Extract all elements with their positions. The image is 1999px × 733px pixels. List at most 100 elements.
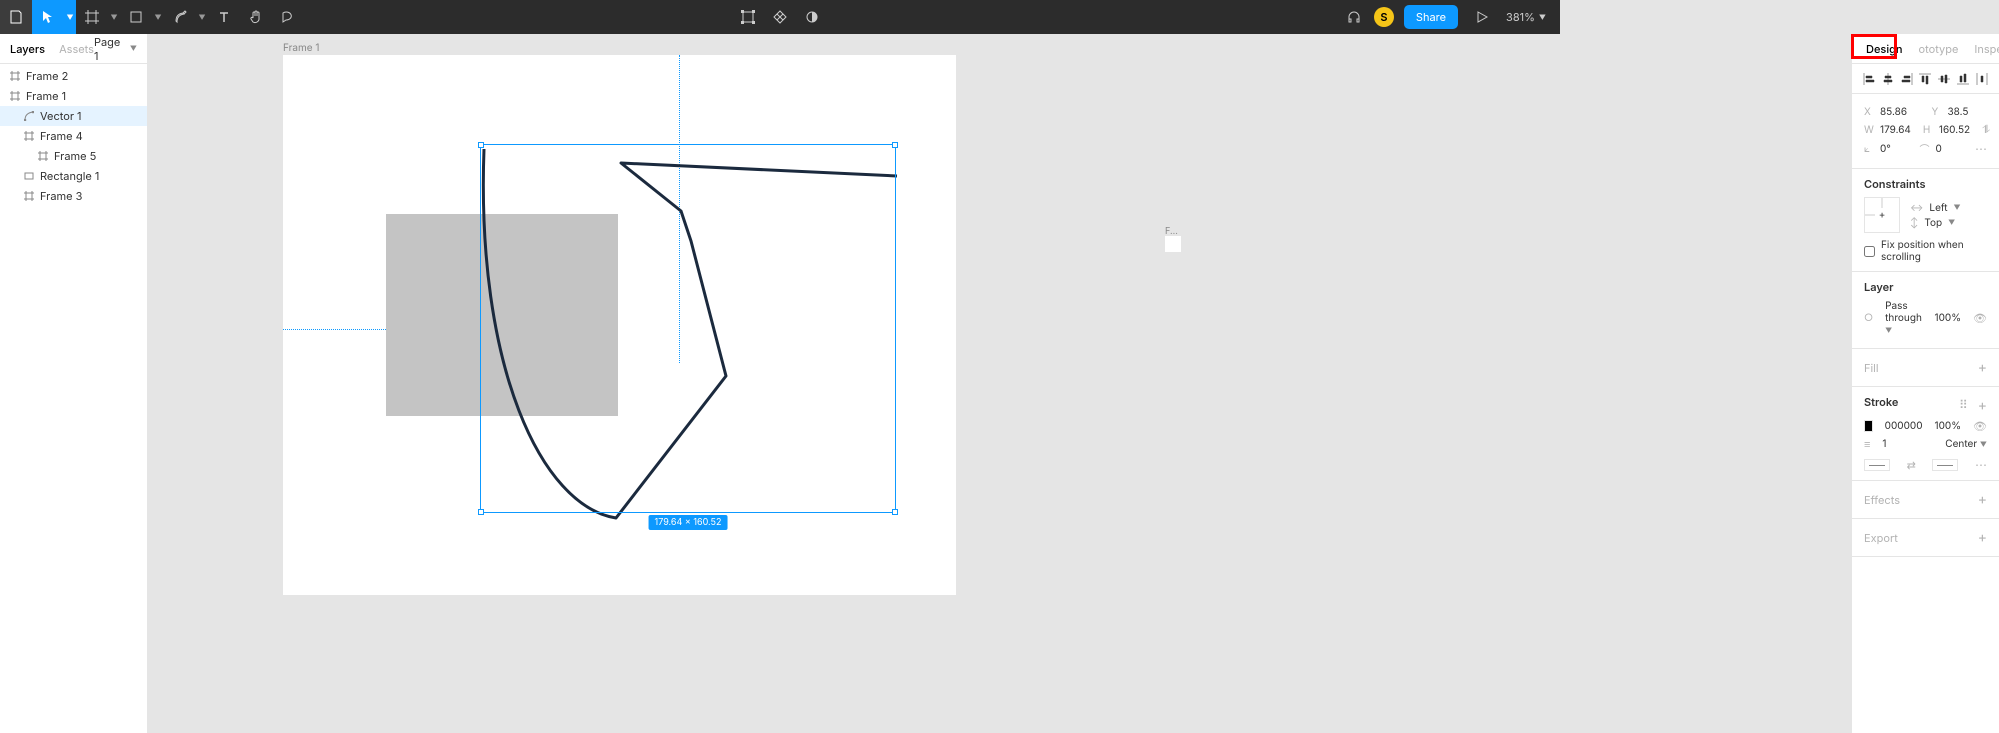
constraint-h-dropdown[interactable]: ↔Left▼ <box>1910 202 1987 214</box>
layer-row[interactable]: Frame 3 <box>0 186 147 206</box>
more-options-button[interactable]: ⋯ <box>1975 141 1987 156</box>
tab-design[interactable]: Design <box>1866 42 1903 56</box>
w-label: W <box>1864 124 1874 136</box>
right-panel-tabs: Design ototype Inspect <box>1852 34 1999 64</box>
share-button[interactable]: Share <box>1404 5 1458 29</box>
selection-box: 179.64 × 160.52 <box>480 144 896 513</box>
pen-tool-group[interactable]: ▼ <box>164 0 208 34</box>
move-tool-caret[interactable]: ▼ <box>64 0 76 34</box>
fix-position-checkbox[interactable] <box>1864 246 1875 257</box>
zoom-level[interactable]: 381%▼ <box>1500 10 1552 24</box>
stroke-opacity-input[interactable]: 100% <box>1935 420 1962 432</box>
link-wh-button[interactable]: ⥮ <box>1982 122 1990 137</box>
layer-row[interactable]: Frame 5 <box>0 146 147 166</box>
add-export-button[interactable]: + <box>1978 529 1987 546</box>
canvas[interactable]: Frame 1 179.64 × 160.52 F... <box>148 34 1851 733</box>
align-left-button[interactable] <box>1862 71 1876 87</box>
align-vcenter-button[interactable] <box>1937 71 1951 87</box>
constraint-v-dropdown[interactable]: ↕Top▼ <box>1910 217 1987 229</box>
layer-row[interactable]: Rectangle 1 <box>0 166 147 186</box>
layer-row[interactable]: Frame 1 <box>0 86 147 106</box>
stroke-color-swatch[interactable] <box>1864 420 1873 432</box>
shape-tool-caret[interactable]: ▼ <box>152 0 164 34</box>
add-stroke-button[interactable]: + <box>1978 397 1987 414</box>
w-input[interactable]: 179.64 <box>1880 124 1911 136</box>
export-title: Export <box>1864 531 1898 545</box>
pen-tool[interactable] <box>164 0 196 34</box>
tab-prototype[interactable]: ototype <box>1919 42 1959 56</box>
stroke-section: Stroke ⠿+ 000000 100% 👁 ≡ 1 Center ▼ ⇄ ⋯ <box>1852 387 1999 481</box>
page-selector[interactable]: Page 1▼ <box>94 35 137 63</box>
tab-inspect[interactable]: Inspect <box>1974 42 1999 56</box>
h-input[interactable]: 160.52 <box>1939 124 1970 136</box>
stroke-weight-input[interactable]: 1 <box>1882 438 1933 450</box>
shape-tool-group[interactable]: ▼ <box>120 0 164 34</box>
selection-handle-bl[interactable] <box>478 509 484 515</box>
layer-row[interactable]: Frame 2 <box>0 66 147 86</box>
mask-button[interactable] <box>796 0 828 34</box>
avatar[interactable]: S <box>1374 7 1394 27</box>
frame-label[interactable]: Frame 1 <box>283 42 319 54</box>
stroke-visibility-toggle[interactable]: 👁 <box>1973 419 1987 433</box>
right-panel: Design ototype Inspect X85.86 Y38.5 W179… <box>1851 34 1999 733</box>
toolbar: ▼ ▼ ▼ ▼ <box>0 0 1560 34</box>
move-tool-group[interactable]: ▼ <box>32 0 76 34</box>
distribute-button[interactable] <box>1975 71 1989 87</box>
frame-icon <box>8 91 22 101</box>
align-right-button[interactable] <box>1900 71 1914 87</box>
constraints-widget[interactable]: + <box>1864 197 1900 233</box>
tab-layers[interactable]: Layers <box>10 42 45 56</box>
layer-name: Rectangle 1 <box>40 169 99 183</box>
frame-tool-caret[interactable]: ▼ <box>108 0 120 34</box>
headphones-icon[interactable] <box>1338 0 1370 34</box>
y-input[interactable]: 38.5 <box>1948 106 1969 118</box>
align-bottom-button[interactable] <box>1956 71 1970 87</box>
add-effect-button[interactable]: + <box>1978 491 1987 508</box>
frame-icon <box>36 151 50 161</box>
stroke-advanced-button[interactable]: ⋯ <box>1975 457 1987 472</box>
stroke-title: Stroke <box>1864 395 1898 409</box>
move-tool[interactable] <box>32 0 64 34</box>
constraints-section: Constraints + ↔Left▼ ↕Top▼ Fix position … <box>1852 169 1999 272</box>
comment-tool[interactable] <box>272 0 304 34</box>
stroke-color-input[interactable]: 000000 <box>1885 420 1923 432</box>
corner-input[interactable]: 0 <box>1936 143 1942 155</box>
blend-mode-dropdown[interactable]: Pass through ▼ <box>1885 300 1922 336</box>
add-fill-button[interactable]: + <box>1978 359 1987 376</box>
stroke-style-button[interactable]: ⠿ <box>1959 397 1968 414</box>
hand-tool[interactable] <box>240 0 272 34</box>
layer-row[interactable]: Frame 4 <box>0 126 147 146</box>
zoom-value: 381% <box>1506 10 1535 24</box>
create-component-button[interactable] <box>764 0 796 34</box>
visibility-toggle[interactable]: 👁 <box>1973 311 1987 325</box>
pen-tool-caret[interactable]: ▼ <box>196 0 208 34</box>
selection-handle-tl[interactable] <box>478 142 484 148</box>
stroke-endcap-dropdown[interactable] <box>1932 459 1958 471</box>
frame-tool[interactable] <box>76 0 108 34</box>
toolbar-left: ▼ ▼ ▼ ▼ <box>0 0 304 34</box>
x-input[interactable]: 85.86 <box>1880 106 1907 118</box>
y-label: Y <box>1932 106 1942 118</box>
align-hcenter-button[interactable] <box>1881 71 1895 87</box>
opacity-input[interactable]: 100% <box>1935 312 1962 324</box>
swap-caps-button[interactable]: ⇄ <box>1907 458 1916 472</box>
fill-section: Fill + <box>1852 349 1999 387</box>
frame-icon <box>8 71 22 81</box>
layer-list: Frame 2Frame 1Vector 1Frame 4Frame 5 Rect… <box>0 64 147 206</box>
present-button[interactable] <box>1468 0 1496 34</box>
selection-handle-br[interactable] <box>892 509 898 515</box>
stroke-startcap-dropdown[interactable] <box>1864 459 1890 471</box>
stroke-align-dropdown[interactable]: Center ▼ <box>1945 438 1987 450</box>
frame-tool-group[interactable]: ▼ <box>76 0 120 34</box>
layer-row[interactable]: Vector 1 <box>0 106 147 126</box>
frame-2[interactable] <box>1165 236 1181 252</box>
main-menu-button[interactable] <box>0 0 32 34</box>
edit-object-button[interactable] <box>732 0 764 34</box>
align-top-button[interactable] <box>1918 71 1932 87</box>
toolbar-right: S Share 381%▼ <box>1338 0 1560 34</box>
shape-tool[interactable] <box>120 0 152 34</box>
text-tool[interactable] <box>208 0 240 34</box>
selection-handle-tr[interactable] <box>892 142 898 148</box>
tab-assets[interactable]: Assets <box>59 42 94 56</box>
rotation-input[interactable]: 0° <box>1880 143 1891 155</box>
